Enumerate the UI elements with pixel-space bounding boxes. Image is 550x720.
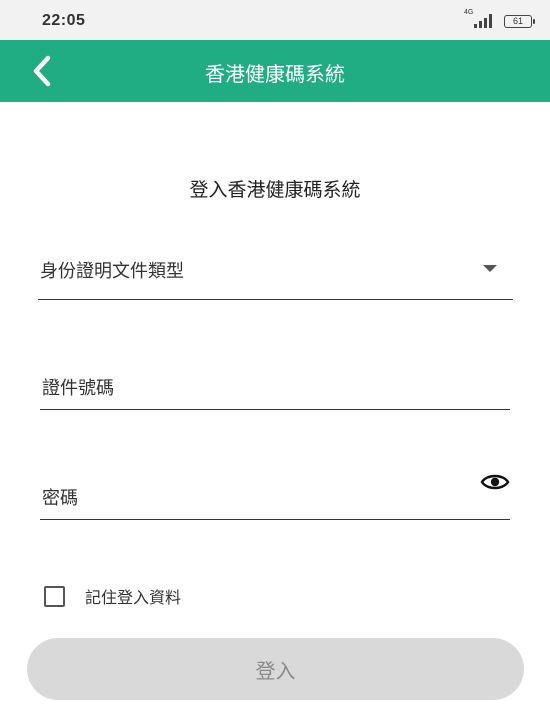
status-bar: 22:05 4G 61 bbox=[0, 0, 550, 40]
signal-icon bbox=[474, 14, 492, 28]
field-underline bbox=[40, 409, 510, 410]
password-input[interactable]: 密碼 bbox=[40, 470, 510, 520]
field-underline bbox=[38, 299, 513, 300]
id-number-input[interactable]: 證件號碼 bbox=[40, 360, 510, 410]
battery-icon: 61 bbox=[504, 14, 535, 28]
remember-me-label: 記住登入資料 bbox=[85, 588, 182, 607]
document-type-select[interactable]: 身份證明文件類型 bbox=[38, 245, 513, 300]
status-time: 22:05 bbox=[42, 12, 86, 29]
network-indicator: 4G bbox=[462, 9, 496, 30]
document-type-label: 身份證明文件類型 bbox=[40, 261, 184, 282]
app-title: 香港健康碼系統 bbox=[205, 62, 345, 86]
network-type: 4G bbox=[464, 9, 474, 16]
remember-me-checkbox[interactable] bbox=[44, 585, 65, 607]
field-underline bbox=[40, 519, 510, 520]
dropdown-arrow-icon bbox=[483, 265, 497, 272]
status-icons: 4G 61 bbox=[462, 9, 535, 30]
password-label: 密碼 bbox=[42, 488, 78, 509]
eye-icon[interactable] bbox=[480, 470, 510, 494]
login-button[interactable]: 登入 bbox=[27, 638, 524, 700]
battery-level: 61 bbox=[512, 16, 523, 26]
login-heading: 登入香港健康碼系統 bbox=[189, 179, 361, 201]
app-bar: 香港健康碼系統 bbox=[0, 40, 550, 102]
id-number-label: 證件號碼 bbox=[42, 378, 114, 399]
remember-me-option[interactable]: 記住登入資料 bbox=[44, 584, 181, 608]
